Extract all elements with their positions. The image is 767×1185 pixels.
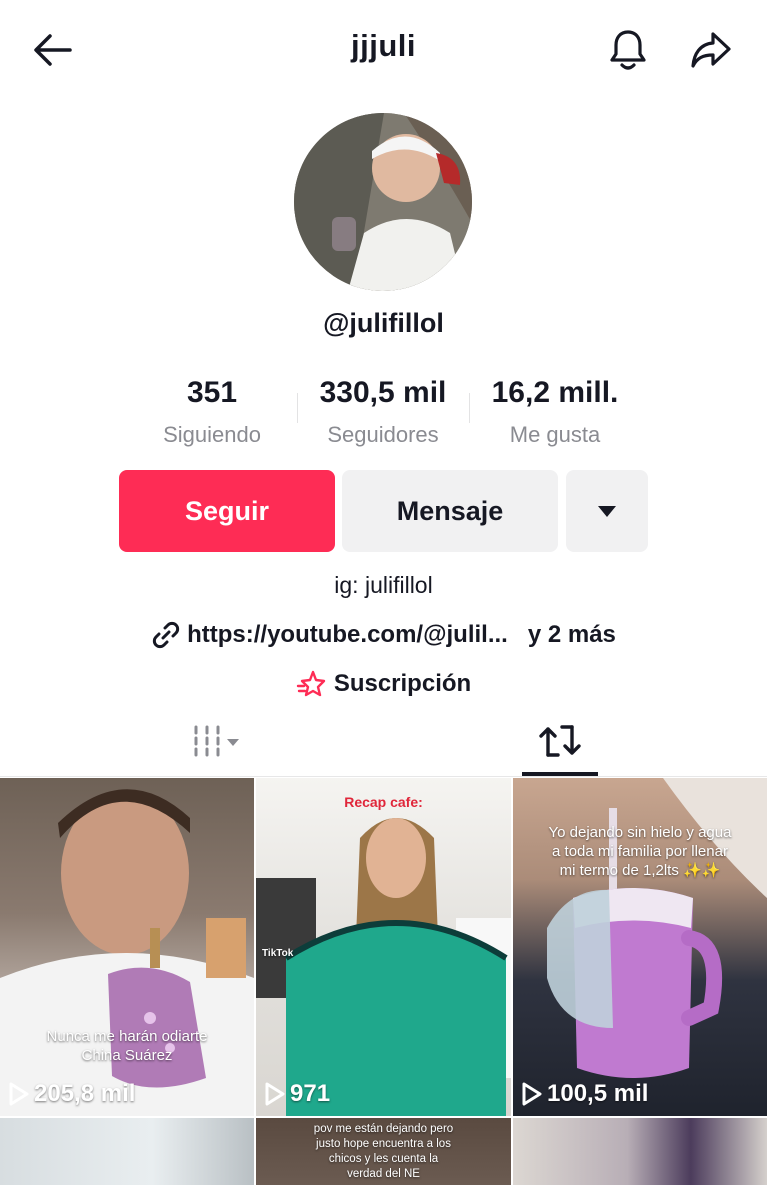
- stat-likes-value: 16,2 mill.: [491, 376, 619, 409]
- more-options-button[interactable]: [566, 470, 648, 552]
- video-views: 205,8 mil: [8, 1080, 135, 1108]
- video-caption: pov me están dejando pero justo hope enc…: [313, 1123, 454, 1180]
- repost-icon: [539, 725, 581, 757]
- video-views: 971: [264, 1080, 330, 1108]
- video-tile[interactable]: Nunca me harán odiarte China Suárez 205,…: [0, 778, 254, 1116]
- subscription-label: Suscripción: [333, 670, 472, 697]
- tabs-divider: [0, 776, 767, 777]
- play-icon: [265, 1082, 285, 1106]
- tiktok-watermark: TikTok: [262, 948, 294, 959]
- video-caption: Recap cafe:: [344, 794, 423, 810]
- video-tile[interactable]: [513, 1118, 767, 1185]
- notifications-button[interactable]: [604, 26, 652, 74]
- video-tile[interactable]: Recap cafe: TikTok 971: [256, 778, 511, 1116]
- share-icon: [691, 32, 731, 68]
- share-button[interactable]: [686, 26, 736, 74]
- video-tile[interactable]: pov me están dejando pero justo hope enc…: [256, 1118, 511, 1185]
- message-button[interactable]: Mensaje: [342, 470, 558, 552]
- profile-link-row[interactable]: https://youtube.com/@julil... y 2 más: [0, 620, 767, 650]
- stat-following[interactable]: 351 Siguiendo: [127, 376, 297, 448]
- avatar-image: [294, 113, 472, 291]
- avatar[interactable]: [294, 113, 472, 291]
- follow-button[interactable]: Seguir: [119, 470, 335, 552]
- bell-icon: [610, 30, 646, 70]
- video-views-count: 205,8 mil: [34, 1080, 136, 1107]
- video-views-count: 100,5 mil: [547, 1080, 649, 1107]
- video-caption: Yo dejando sin hielo y agua a toda mi fa…: [548, 824, 732, 879]
- link-icon: [152, 621, 180, 649]
- stat-likes[interactable]: 16,2 mill. Me gusta: [470, 376, 640, 448]
- stat-following-value: 351: [186, 376, 238, 409]
- stat-followers-value: 330,5 mil: [319, 376, 447, 409]
- stat-following-label: Siguiendo: [163, 422, 261, 447]
- video-views: 100,5 mil: [521, 1080, 648, 1108]
- grid-icon: [194, 725, 239, 757]
- video-views-count: 971: [290, 1080, 331, 1107]
- stat-followers[interactable]: 330,5 mil Seguidores: [298, 376, 468, 448]
- tab-videos[interactable]: [180, 716, 250, 766]
- stat-likes-label: Me gusta: [509, 422, 601, 447]
- video-caption: Nunca me harán odiarte China Suárez: [46, 1028, 208, 1064]
- subscription-row[interactable]: Suscripción: [0, 670, 767, 698]
- profile-link-more[interactable]: y 2 más: [528, 621, 616, 649]
- tab-reposts[interactable]: [522, 716, 598, 766]
- stat-followers-label: Seguidores: [327, 422, 439, 447]
- video-tile[interactable]: [0, 1118, 254, 1185]
- video-tile[interactable]: Yo dejando sin hielo y agua a toda mi fa…: [513, 778, 767, 1116]
- subscription-star-icon: [296, 670, 326, 697]
- profile-handle: @julifillol: [323, 308, 444, 338]
- profile-link-url[interactable]: https://youtube.com/@julil...: [187, 621, 508, 649]
- video-thumbnail: [256, 818, 511, 1116]
- caret-down-icon: [598, 506, 616, 517]
- play-icon: [522, 1082, 542, 1106]
- play-icon: [9, 1082, 29, 1106]
- bio-text: ig: julifillol: [334, 572, 433, 598]
